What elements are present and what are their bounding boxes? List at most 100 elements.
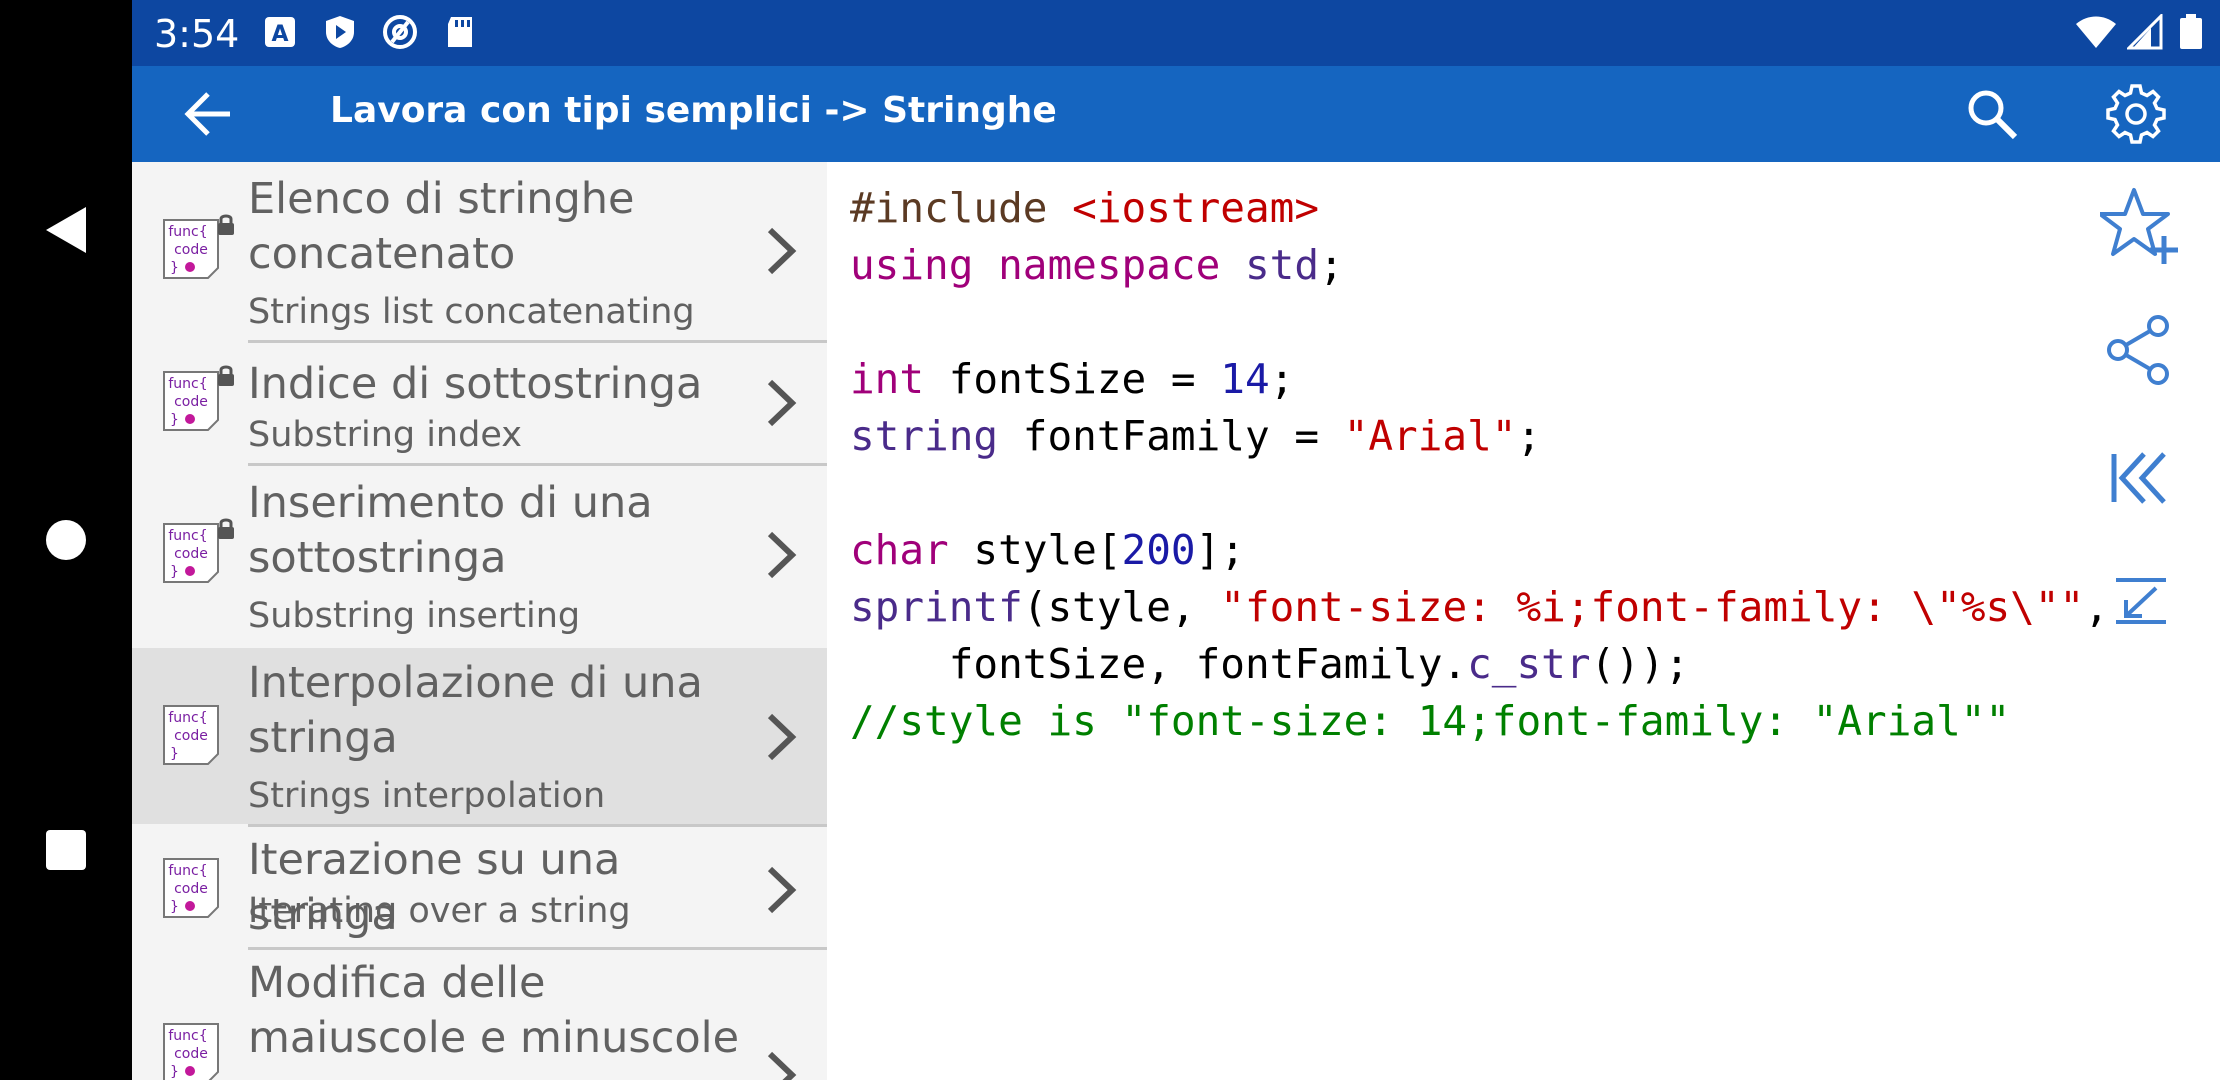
svg-text:}: }	[170, 899, 179, 915]
func-code-icon: func{ code}	[163, 705, 219, 765]
func-code-icon: func{ code}	[163, 371, 219, 431]
code-token: "Arial"	[1343, 412, 1517, 460]
star-add-icon[interactable]	[2100, 186, 2180, 266]
sd-card-icon	[448, 17, 472, 47]
item-subtitle: Substring index	[248, 415, 522, 455]
svg-text:func{: func{	[168, 863, 207, 879]
svg-text:code: code	[174, 728, 208, 744]
code-token: char	[850, 526, 949, 574]
back-arrow-icon[interactable]	[180, 86, 236, 142]
chevron-right-icon	[767, 1051, 797, 1080]
chevron-right-icon	[767, 531, 797, 579]
lock-icon	[218, 214, 234, 235]
chevron-right-icon	[767, 379, 797, 427]
svg-text:func{: func{	[168, 376, 207, 392]
system-navigation-bar	[0, 0, 132, 1080]
code-token: 200	[1121, 526, 1196, 574]
func-code-icon: func{ code}	[163, 219, 219, 279]
status-time: 3:54	[154, 12, 240, 56]
first-page-icon[interactable]	[2100, 438, 2180, 518]
code-sample: #include <iostream> using namespace std;…	[850, 180, 2109, 750]
code-token: (style,	[1022, 583, 1221, 631]
chevron-right-icon	[767, 866, 797, 914]
code-token: string	[850, 412, 999, 460]
a-notification-icon: A	[265, 17, 295, 47]
code-token: fontSize =	[924, 355, 1221, 403]
code-token: style[	[948, 526, 1122, 574]
list-item[interactable]: func{ code} Elenco di stringhe concatenato…	[132, 162, 827, 340]
code-token: sprintf	[850, 583, 1023, 631]
code-token: ());	[1590, 640, 1690, 688]
svg-text:code: code	[174, 1046, 208, 1062]
code-token: ];	[1195, 526, 1245, 574]
item-subtitle: Strings interpolation	[248, 776, 606, 816]
recents-square-icon	[46, 830, 86, 870]
item-title: Elenco di stringhe concatenato	[248, 174, 635, 279]
list-item-selected[interactable]: func{code} Interpolazione di una stringa …	[132, 648, 827, 824]
status-bar: 3:54 A	[132, 0, 2220, 66]
svg-text:func{: func{	[168, 224, 207, 240]
system-recents-button[interactable]	[0, 810, 132, 890]
func-code-icon: func{ code}	[163, 858, 219, 918]
list-item[interactable]: func{code} Iterazione su una stringa Ite…	[132, 827, 827, 947]
code-token: using namespace	[850, 241, 1221, 289]
topic-list: func{ code} Elenco di stringhe concatenato…	[132, 162, 827, 1080]
item-subtitle: Iterating over a string	[248, 891, 631, 931]
lock-icon	[218, 365, 234, 386]
svg-text:code: code	[174, 546, 208, 562]
item-subtitle: Substring inserting	[248, 596, 581, 636]
code-token: <iostream>	[1072, 184, 1320, 232]
home-circle-icon	[46, 520, 86, 560]
settings-gear-icon[interactable]	[2102, 80, 2170, 148]
svg-text:code: code	[174, 394, 208, 410]
list-item[interactable]: func{ code} Modifica delle maiuscole e min…	[132, 950, 827, 1080]
code-token: ;	[1516, 412, 1542, 460]
code-token: std	[1244, 241, 1320, 289]
page-title: Lavora con tipi semplici -> Stringhe	[330, 90, 1057, 131]
system-back-button[interactable]	[0, 190, 132, 270]
svg-text:A: A	[271, 22, 288, 47]
code-token: int	[850, 355, 925, 403]
code-token: #include	[850, 184, 1073, 232]
func-code-icon: func{ code}	[163, 1023, 219, 1080]
svg-text:}: }	[170, 1064, 179, 1080]
svg-text:}: }	[170, 412, 179, 428]
svg-text:func{: func{	[168, 528, 207, 544]
svg-text:func{: func{	[168, 1028, 207, 1044]
code-token: fontFamily =	[998, 412, 1344, 460]
battery-icon	[2180, 14, 2202, 49]
svg-text:}: }	[170, 260, 179, 276]
signal-icon	[2127, 14, 2163, 50]
search-icon[interactable]	[1962, 84, 2022, 144]
list-item[interactable]: func{ code} Indice di sottostringa Substr…	[132, 343, 827, 463]
func-code-icon: func{ code}	[163, 523, 219, 583]
code-token: 14	[1220, 355, 1270, 403]
code-comment: //style is "font-size: 14;font-family: "…	[850, 697, 2011, 745]
item-title: Modifica delle maiuscole e minuscole	[248, 958, 740, 1063]
item-title: Inserimento di una sottostringa	[248, 478, 653, 583]
item-subtitle: Strings list concatenating	[248, 292, 695, 332]
chevron-right-icon	[767, 227, 797, 275]
at-sign-icon	[383, 15, 417, 49]
collapse-icon[interactable]	[2100, 566, 2180, 646]
chevron-right-icon	[767, 713, 797, 761]
code-token: c_str	[1467, 640, 1591, 688]
svg-text:}: }	[170, 746, 179, 762]
svg-text:code: code	[174, 881, 208, 897]
svg-text:}: }	[170, 564, 179, 580]
share-icon[interactable]	[2100, 310, 2180, 390]
list-item[interactable]: func{ code} Inserimento di una sottostring…	[132, 466, 827, 642]
shield-play-icon	[326, 16, 354, 48]
back-triangle-icon	[46, 207, 86, 253]
item-title: Interpolazione di una stringa	[248, 658, 703, 763]
svg-text:code: code	[174, 242, 208, 258]
svg-text:func{: func{	[168, 710, 207, 726]
item-title: Indice di sottostringa	[248, 359, 703, 409]
code-token: ;	[1319, 241, 1344, 289]
code-token: fontSize, fontFamily.	[850, 640, 1468, 688]
wifi-icon	[2076, 16, 2116, 48]
lock-icon	[218, 518, 234, 539]
code-token: ;	[1269, 355, 1295, 403]
system-home-button[interactable]	[0, 500, 132, 580]
app-bar: Lavora con tipi semplici -> Stringhe	[132, 66, 2220, 162]
